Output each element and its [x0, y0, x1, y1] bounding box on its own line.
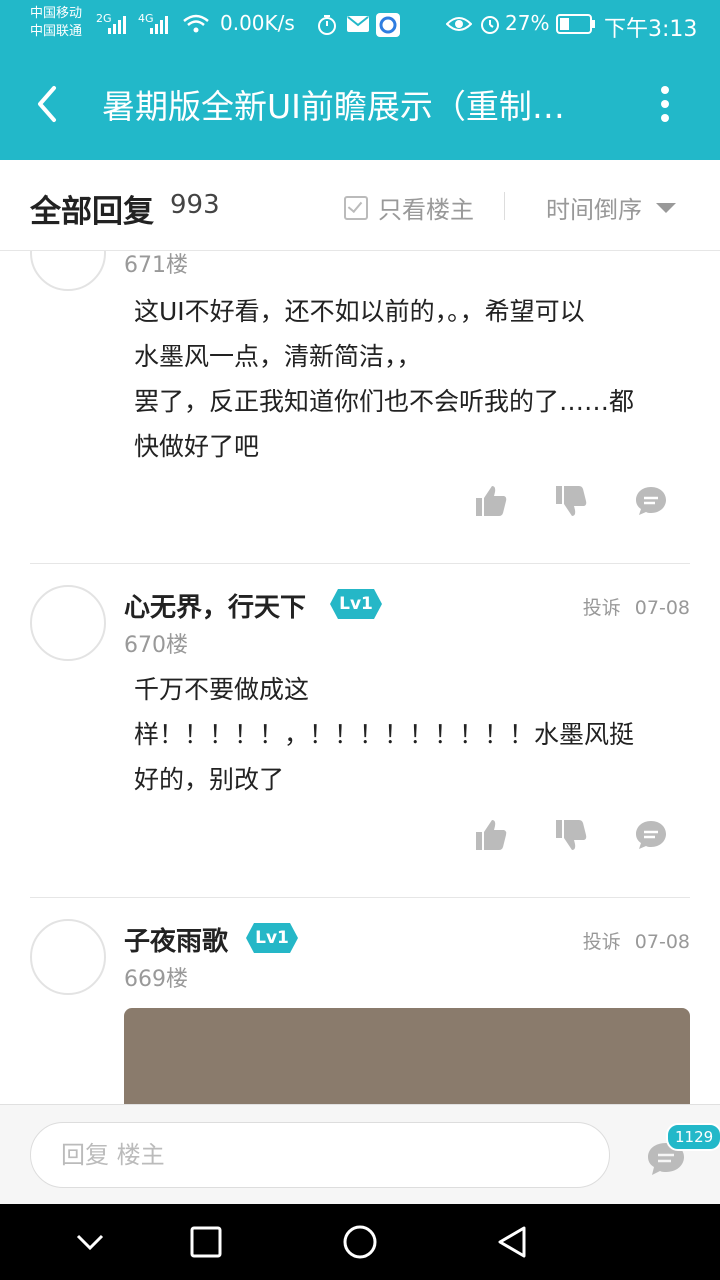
reply-line: 样！！！！！，！！！！！！！！！水墨风挺: [134, 720, 635, 749]
avatar[interactable]: [30, 919, 106, 995]
carrier-2: 中国联通: [30, 24, 83, 39]
mail-icon: [347, 16, 369, 32]
reply-count: 993: [170, 190, 220, 220]
username[interactable]: 子夜雨歌: [124, 921, 228, 958]
checkbox-icon[interactable]: [344, 195, 368, 220]
status-bar: 中国移动 中国联通 2G 4G 0.00K/s 27% 下午3:13: [0, 0, 720, 50]
username[interactable]: 心无界，行天下: [124, 587, 306, 624]
reply-item: 671楼 这UI不好看，还不如以前的，。，希望可以 水墨风一点，清新简洁，， 罢…: [0, 250, 720, 563]
network-speed: 0.00K/s: [220, 11, 295, 35]
thumbs-down-icon[interactable]: [554, 484, 588, 518]
stopwatch-icon: [318, 15, 336, 35]
reply-actions: [474, 484, 674, 524]
floor-number: 671楼: [124, 253, 188, 278]
reply-feed[interactable]: 671楼 这UI不好看，还不如以前的，。，希望可以 水墨风一点，清新简洁，， 罢…: [0, 250, 720, 1105]
battery-icon: [556, 14, 595, 34]
reply-line: 水墨风一点，清新简洁，，: [134, 342, 422, 371]
post-date: 07-08: [634, 597, 690, 619]
reply-body: 千万不要做成这 样！！！！！，！！！！！！！！！水墨风挺 好的，别改了: [134, 667, 690, 802]
comment-count-badge: 1129: [666, 1123, 720, 1151]
report-link[interactable]: 投诉: [583, 931, 621, 953]
thumbs-up-icon[interactable]: [474, 484, 508, 518]
only-op-toggle[interactable]: 只看楼主: [344, 190, 474, 225]
reply-line: 这UI不好看，还不如以前的，。，希望可以: [134, 297, 585, 326]
eye-icon: [446, 17, 472, 31]
avatar[interactable]: [30, 250, 106, 291]
floor-number: 669楼: [124, 967, 188, 992]
alarm-icon: [481, 16, 499, 34]
sort-dropdown[interactable]: 时间倒序: [546, 190, 676, 225]
home-icon[interactable]: [342, 1224, 378, 1260]
more-options-icon[interactable]: [650, 84, 680, 124]
all-replies-label: 全部回复: [30, 194, 154, 230]
app-notification-icon: [376, 13, 400, 37]
comment-bubble-icon[interactable]: [634, 818, 668, 852]
reply-bar: 回复 楼主 1129: [0, 1104, 720, 1205]
back-triangle-icon[interactable]: [494, 1224, 530, 1260]
reply-line: 好的，别改了: [134, 765, 285, 794]
wifi-icon: [183, 14, 209, 33]
sort-label: 时间倒序: [546, 196, 642, 224]
level-badge: Lv1: [246, 923, 298, 953]
dropdown-triangle-icon: [656, 202, 676, 213]
recent-apps-icon[interactable]: [188, 1224, 224, 1260]
only-op-label: 只看楼主: [378, 196, 474, 224]
level-badge: Lv1: [330, 589, 382, 619]
reply-actions: [474, 818, 674, 858]
reply-line: 罢了，反正我知道你们也不会听我的了……都: [134, 387, 635, 416]
reply-line: 快做好了吧: [134, 432, 260, 461]
clock: 下午3:13: [604, 17, 698, 42]
floor-number: 670楼: [124, 633, 188, 658]
carrier-1: 中国移动: [30, 6, 83, 21]
page-title: 暑期版全新UI前瞻展示（重制…: [102, 87, 565, 126]
reply-line: 千万不要做成这: [134, 675, 310, 704]
reply-input[interactable]: 回复 楼主: [30, 1122, 610, 1188]
back-arrow-icon[interactable]: [30, 82, 70, 126]
post-meta: 投诉 07-08: [583, 927, 690, 954]
signal-icon: [108, 16, 126, 34]
reply-body: 这UI不好看，还不如以前的，。，希望可以 水墨风一点，清新简洁，， 罢了，反正我…: [134, 289, 690, 469]
carrier-labels: 中国移动 中国联通: [30, 5, 82, 41]
thumbs-down-icon[interactable]: [554, 818, 588, 852]
post-date: 07-08: [634, 931, 690, 953]
post-image[interactable]: [124, 1008, 690, 1105]
signal-icon-2: [150, 16, 168, 34]
report-link[interactable]: 投诉: [583, 597, 621, 619]
reply-item: 子夜雨歌 Lv1 投诉 07-08 669楼: [0, 897, 720, 1105]
title-bar: 暑期版全新UI前瞻展示（重制…: [0, 50, 720, 160]
thumbs-up-icon[interactable]: [474, 818, 508, 852]
replies-header: 全部回复 993 只看楼主 时间倒序: [0, 160, 720, 251]
avatar[interactable]: [30, 585, 106, 661]
divider: [504, 192, 505, 220]
comment-bubble-icon[interactable]: [634, 484, 668, 518]
system-nav-bar: [0, 1204, 720, 1280]
reply-item: 心无界，行天下 Lv1 投诉 07-08 670楼 千万不要做成这 样！！！！！…: [0, 563, 720, 897]
post-meta: 投诉 07-08: [583, 593, 690, 620]
chevron-down-icon[interactable]: [72, 1224, 108, 1260]
battery-percent: 27%: [505, 11, 550, 35]
